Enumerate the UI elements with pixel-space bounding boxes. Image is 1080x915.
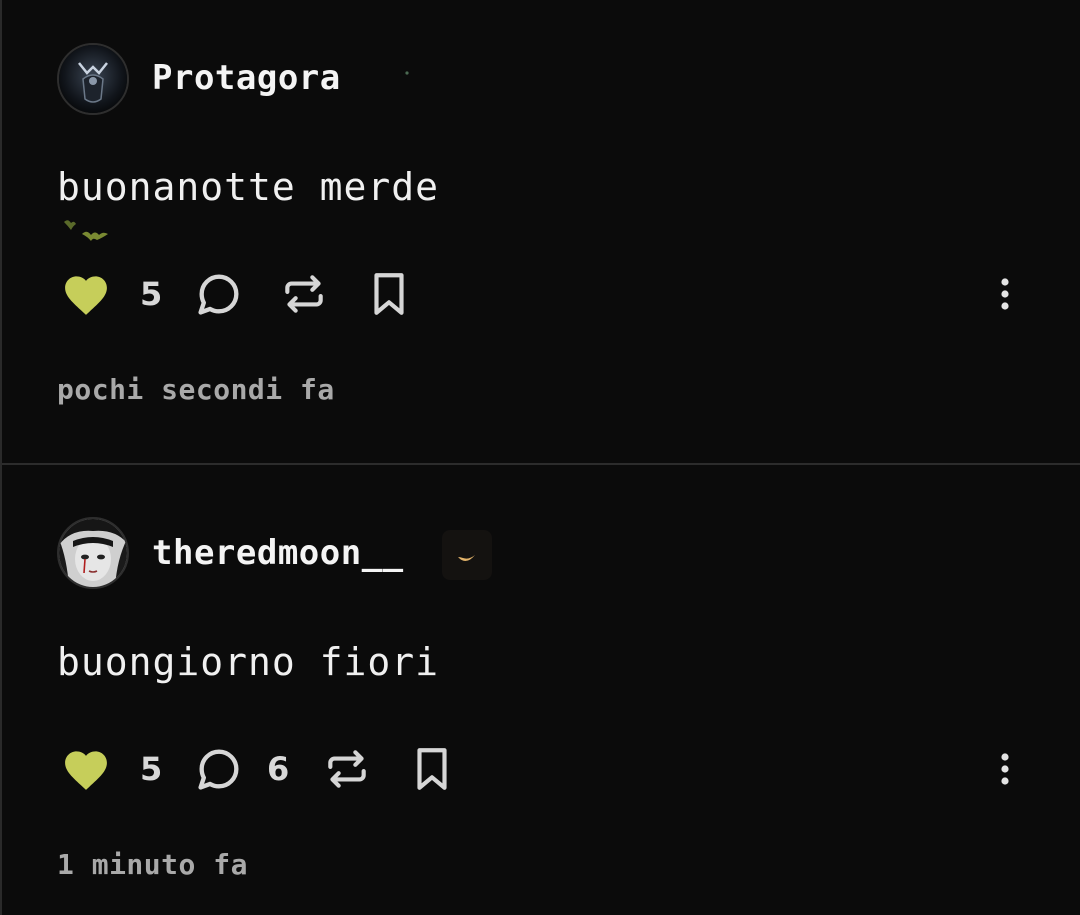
post: Protagora buonanotte merde 5 pochi secon…	[2, 0, 1080, 463]
username[interactable]: theredmoon__	[152, 533, 404, 573]
vertical-dots-icon	[1001, 278, 1009, 310]
feed: Protagora buonanotte merde 5 pochi secon…	[0, 0, 1080, 915]
repost-button[interactable]	[277, 264, 331, 324]
user-avatar[interactable]	[57, 517, 129, 589]
heart-icon	[65, 276, 107, 315]
post-actions: 5 6	[57, 739, 1027, 799]
like-button[interactable]	[57, 264, 115, 324]
post: theredmoon__ buongiorno fiori 5 6 1 minu…	[2, 465, 1080, 915]
more-options-button[interactable]	[987, 264, 1023, 324]
bookmark-icon	[374, 273, 404, 315]
heart-icon	[65, 751, 107, 790]
repost-icon	[328, 750, 366, 788]
post-text: buonanotte merde	[57, 165, 440, 209]
comment-button[interactable]	[192, 264, 246, 324]
post-timestamp: 1 minuto fa	[57, 848, 248, 881]
vertical-dots-icon	[1001, 753, 1009, 785]
tiny-dot-badge-icon	[382, 50, 432, 100]
bookmark-button[interactable]	[405, 739, 459, 799]
repost-icon	[285, 275, 323, 313]
bookmark-icon	[417, 748, 447, 790]
crescent-moon-badge-icon	[442, 530, 492, 580]
comment-count: 6	[267, 750, 290, 788]
dark-figure-avatar-icon	[59, 45, 127, 113]
post-timestamp: pochi secondi fa	[57, 373, 335, 406]
comment-bubble-icon	[198, 749, 239, 790]
comment-button[interactable]	[192, 739, 246, 799]
username[interactable]: Protagora	[152, 58, 341, 98]
post-text: buongiorno fiori	[57, 640, 440, 684]
bats-sticker-icon	[62, 216, 114, 250]
comment-bubble-icon	[198, 274, 239, 315]
girl-portrait-avatar-icon	[59, 519, 127, 587]
repost-button[interactable]	[320, 739, 374, 799]
more-options-button[interactable]	[987, 739, 1023, 799]
like-button[interactable]	[57, 739, 115, 799]
post-actions: 5	[57, 264, 1027, 324]
like-count: 5	[140, 275, 163, 313]
bookmark-button[interactable]	[362, 264, 416, 324]
like-count: 5	[140, 750, 163, 788]
user-avatar[interactable]	[57, 43, 129, 115]
